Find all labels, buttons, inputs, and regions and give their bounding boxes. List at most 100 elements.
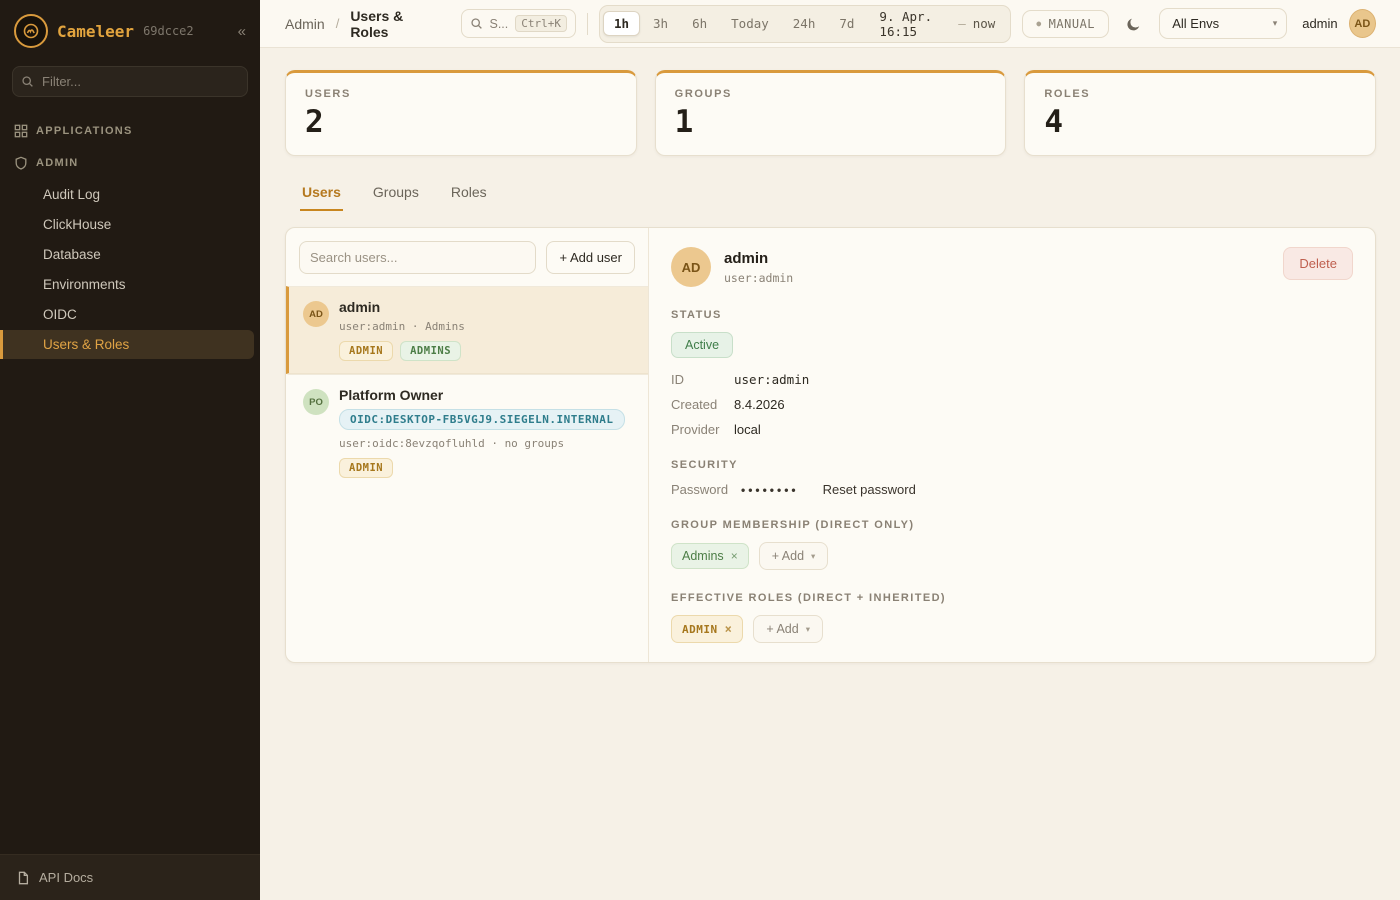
user-list-item-admin[interactable]: AD admin user:admin · Admins ADMIN ADMIN… xyxy=(286,286,648,374)
oidc-provider-badge: OIDC:DESKTOP-FB5VGJ9.SIEGELN.INTERNAL xyxy=(339,409,625,430)
section-label: APPLICATIONS xyxy=(36,125,133,137)
field-value: user:admin xyxy=(734,372,809,387)
user-name: admin xyxy=(339,299,465,315)
user-list-header: + Add user xyxy=(286,228,648,286)
stat-card-users: USERS 2 xyxy=(285,70,637,156)
environment-select[interactable]: All Envs ▾ xyxy=(1159,8,1287,39)
stat-card-roles: ROLES 4 xyxy=(1024,70,1376,156)
sidebar: Cameleer 69dcce2 « APPLICATIONS ADMIN Au… xyxy=(0,0,260,900)
sidebar-item-clickhouse[interactable]: ClickHouse xyxy=(0,210,254,239)
range-from: 9. Apr. 16:15 xyxy=(879,9,951,39)
sidebar-section-applications[interactable]: APPLICATIONS xyxy=(0,115,260,147)
user-avatar[interactable]: AD xyxy=(1349,9,1376,38)
field-created: Created 8.4.2026 xyxy=(671,397,1353,412)
add-user-button[interactable]: + Add user xyxy=(546,241,635,274)
time-range-display[interactable]: 9. Apr. 16:15 — now xyxy=(867,9,1007,39)
reset-password-link[interactable]: Reset password xyxy=(823,482,916,497)
time-range-1h[interactable]: 1h xyxy=(603,11,640,36)
field-label: ID xyxy=(671,372,734,387)
breadcrumb-current: Users & Roles xyxy=(350,8,439,40)
refresh-mode-button[interactable]: ● MANUAL xyxy=(1022,10,1109,38)
section-label: ADMIN xyxy=(36,157,79,169)
sidebar-item-oidc[interactable]: OIDC xyxy=(0,300,254,329)
tab-groups[interactable]: Groups xyxy=(371,176,421,211)
refresh-mode-label: MANUAL xyxy=(1049,17,1095,31)
status-section-title: STATUS xyxy=(671,309,1353,321)
moon-icon xyxy=(1126,16,1142,32)
user-detail-panel: Delete AD admin user:admin STATUS Active… xyxy=(649,228,1375,662)
app-name: Cameleer xyxy=(57,22,134,41)
range-separator: — xyxy=(958,16,966,31)
sidebar-item-audit-log[interactable]: Audit Log xyxy=(0,180,254,209)
field-label: Provider xyxy=(671,422,734,437)
role-badge: ADMIN xyxy=(339,341,393,361)
group-membership-pills: Admins × + Add ▾ xyxy=(671,542,1353,570)
tab-bar: Users Groups Roles xyxy=(285,156,1376,211)
topbar-username: admin xyxy=(1302,16,1337,31)
user-subtitle: user:oidc:8evzqofluhld · no groups xyxy=(339,437,625,450)
breadcrumb-admin[interactable]: Admin xyxy=(285,16,325,32)
password-masked: •••••••• xyxy=(741,483,799,497)
add-role-label: + Add xyxy=(766,622,798,636)
admin-nav: Audit Log ClickHouse Database Environmen… xyxy=(0,179,260,360)
environment-selected: All Envs xyxy=(1172,16,1219,31)
password-row: Password •••••••• Reset password xyxy=(671,482,1353,497)
stat-label: ROLES xyxy=(1044,88,1356,100)
topbar: Admin / Users & Roles S... Ctrl+K 1h 3h … xyxy=(260,0,1400,48)
avatar: AD xyxy=(671,247,711,287)
effective-roles-pills: ADMIN × + Add ▾ xyxy=(671,615,1353,643)
sidebar-item-environments[interactable]: Environments xyxy=(0,270,254,299)
sidebar-item-database[interactable]: Database xyxy=(0,240,254,269)
user-name: Platform Owner xyxy=(339,387,625,403)
group-pill-label: Admins xyxy=(682,549,724,563)
user-list-item-platform-owner[interactable]: PO Platform Owner OIDC:DESKTOP-FB5VGJ9.S… xyxy=(286,374,648,490)
tab-users[interactable]: Users xyxy=(300,176,343,211)
sidebar-filter-input[interactable] xyxy=(12,66,248,97)
tab-roles[interactable]: Roles xyxy=(449,176,489,211)
group-badge: ADMINS xyxy=(400,341,461,361)
user-badges: ADMIN xyxy=(339,458,625,478)
global-search[interactable]: S... Ctrl+K xyxy=(461,9,577,38)
topbar-divider xyxy=(587,13,588,35)
detail-header: AD admin user:admin xyxy=(671,247,1353,287)
password-label: Password xyxy=(671,482,734,497)
time-range-3h[interactable]: 3h xyxy=(642,11,679,36)
range-to: now xyxy=(973,16,996,31)
time-range-7d[interactable]: 7d xyxy=(828,11,865,36)
app-logo-icon xyxy=(14,14,48,48)
field-provider: Provider local xyxy=(671,422,1353,437)
sidebar-item-users-roles[interactable]: Users & Roles xyxy=(0,330,254,359)
groups-section-title: GROUP MEMBERSHIP (DIRECT ONLY) xyxy=(671,519,1353,531)
delete-user-button[interactable]: Delete xyxy=(1283,247,1353,280)
api-docs-link[interactable]: API Docs xyxy=(0,854,260,900)
time-range-6h[interactable]: 6h xyxy=(681,11,718,36)
time-range-group: 1h 3h 6h Today 24h 7d 9. Apr. 16:15 — no… xyxy=(599,5,1011,43)
remove-role-icon[interactable]: × xyxy=(725,622,733,636)
dark-mode-toggle[interactable] xyxy=(1120,9,1148,39)
stat-label: USERS xyxy=(305,88,617,100)
field-id: ID user:admin xyxy=(671,372,1353,387)
search-icon xyxy=(21,75,34,88)
chevron-down-icon: ▾ xyxy=(811,551,815,562)
sidebar-collapse-button[interactable]: « xyxy=(238,23,246,40)
stat-value: 1 xyxy=(675,104,987,140)
add-group-button[interactable]: + Add ▾ xyxy=(759,542,829,570)
instance-id: 69dcce2 xyxy=(143,24,194,38)
breadcrumb-separator: / xyxy=(336,16,340,31)
search-shortcut-kbd: Ctrl+K xyxy=(515,15,567,32)
add-role-button[interactable]: + Add ▾ xyxy=(753,615,823,643)
time-range-today[interactable]: Today xyxy=(720,11,780,36)
sidebar-header: Cameleer 69dcce2 « xyxy=(0,0,260,58)
stat-value: 2 xyxy=(305,104,617,140)
api-docs-label: API Docs xyxy=(39,870,93,885)
search-placeholder: S... xyxy=(490,17,509,31)
stat-value: 4 xyxy=(1044,104,1356,140)
search-users-input[interactable] xyxy=(299,241,536,274)
sidebar-section-admin[interactable]: ADMIN xyxy=(0,147,260,179)
search-icon xyxy=(470,17,483,30)
sidebar-filter xyxy=(12,66,248,97)
time-range-24h[interactable]: 24h xyxy=(782,11,827,36)
remove-group-icon[interactable]: × xyxy=(731,549,738,563)
avatar: AD xyxy=(303,301,329,327)
status-badge: Active xyxy=(671,332,733,358)
